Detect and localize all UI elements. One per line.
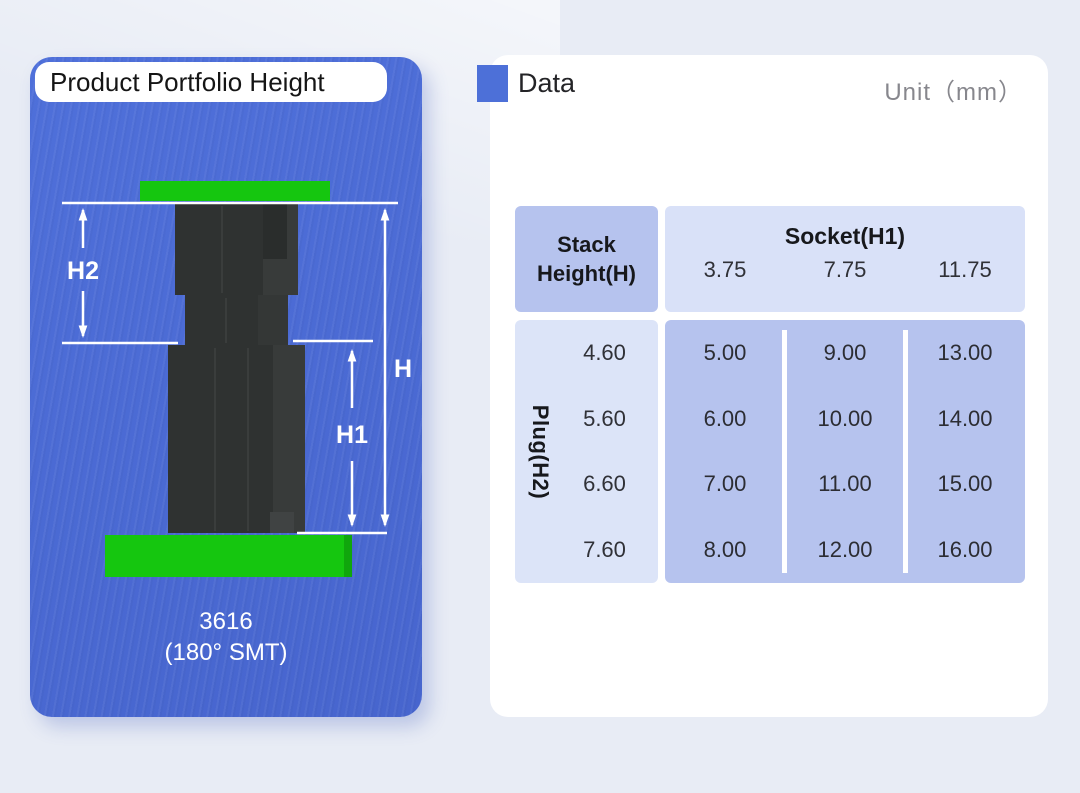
card-title: Data — [518, 68, 575, 99]
table-header-row: Stack Height(H) Socket(H1) 3.75 7.75 11.… — [515, 206, 1025, 312]
grid-divider-1 — [782, 330, 787, 573]
page: Product Portfolio Height — [0, 0, 1080, 793]
data-card: Data Unit（mm） Stack Height(H) Socket(H1)… — [490, 55, 1048, 717]
socket-header-title: Socket(H1) — [665, 223, 1025, 250]
pcb-bottom — [105, 535, 352, 577]
plug-connector — [175, 203, 298, 345]
model-caption: 3616 (180° SMT) — [30, 606, 422, 668]
unit-label: Unit（mm） — [884, 72, 1023, 107]
stack-height-header: Stack Height(H) — [515, 206, 658, 312]
table-body-row: Plug(H2) 4.60 5.60 6.60 7.60 5.00 6.00 7… — [515, 320, 1025, 583]
plug-column-label: Plug(H2) — [527, 404, 553, 498]
connector-dimension-diagram: H2 H1 H — [30, 160, 422, 590]
grid-column-2: 9.00 10.00 11.00 12.00 — [785, 320, 905, 583]
plug-values: 4.60 5.60 6.60 7.60 — [557, 320, 652, 583]
model-orientation: (180° SMT) — [30, 637, 422, 668]
stack-height-grid: 5.00 6.00 7.00 8.00 9.00 10.00 11.00 12.… — [665, 320, 1025, 583]
h1-label: H1 — [336, 421, 368, 449]
h-label: H — [394, 355, 412, 383]
data-accent-square-icon — [477, 65, 508, 102]
socket-header: Socket(H1) 3.75 7.75 11.75 — [665, 206, 1025, 312]
panel-title: Product Portfolio Height — [35, 62, 387, 102]
grid-divider-2 — [903, 330, 908, 573]
grid-column-1: 5.00 6.00 7.00 8.00 — [665, 320, 785, 583]
stack-height-table: Stack Height(H) Socket(H1) 3.75 7.75 11.… — [515, 206, 1025, 583]
grid-column-3: 13.00 14.00 15.00 16.00 — [905, 320, 1025, 583]
plug-column: Plug(H2) 4.60 5.60 6.60 7.60 — [515, 320, 658, 583]
h2-label: H2 — [67, 257, 99, 285]
socket-connector — [168, 345, 305, 533]
product-height-panel: Product Portfolio Height — [30, 57, 422, 717]
pcb-top — [140, 181, 330, 201]
socket-header-values: 3.75 7.75 11.75 — [665, 257, 1025, 283]
model-number: 3616 — [30, 606, 422, 637]
